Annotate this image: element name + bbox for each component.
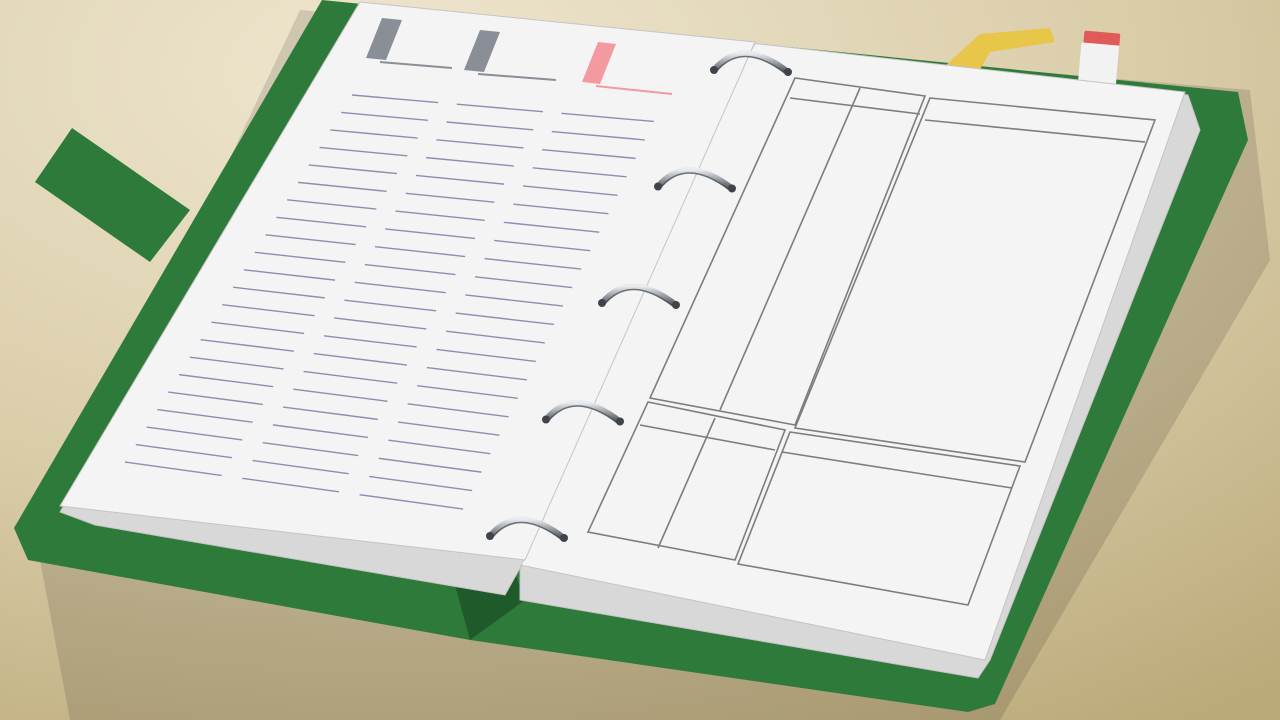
- planner-scene: [0, 0, 1280, 720]
